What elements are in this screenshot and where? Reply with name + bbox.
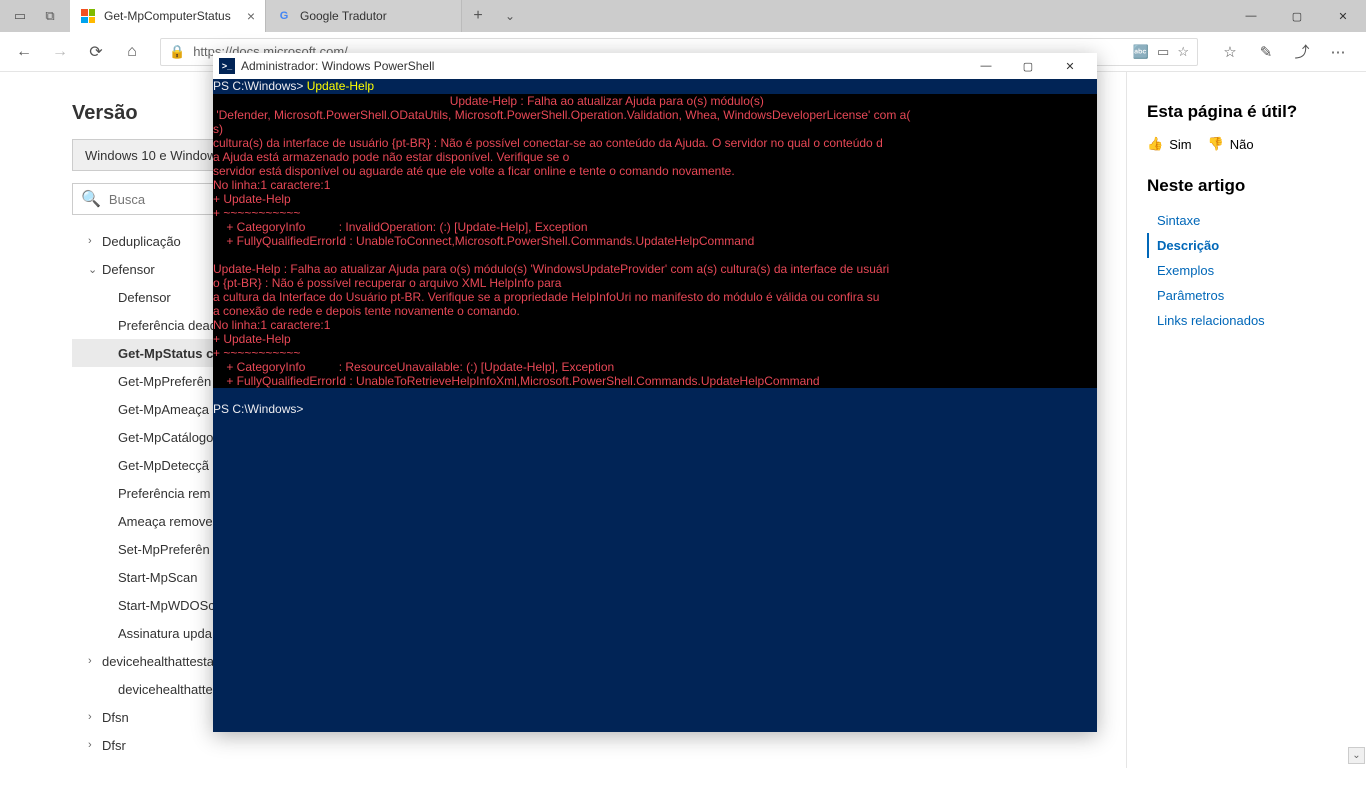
tree-label: Defensor	[102, 262, 155, 277]
refresh-button[interactable]: ⟳	[80, 36, 112, 68]
in-article-heading: Neste artigo	[1147, 176, 1346, 196]
close-button[interactable]: ✕	[1320, 0, 1366, 32]
chevron-icon: ›	[88, 655, 102, 667]
tree-label: Start-MpScan	[118, 570, 197, 585]
tree-label: Get-MpDetecçã	[118, 458, 209, 473]
close-icon[interactable]: ×	[247, 8, 255, 24]
tab-title: Google Tradutor	[300, 9, 451, 23]
tab-translate[interactable]: G Google Tradutor	[266, 0, 462, 32]
minimize-button[interactable]: —	[1228, 0, 1274, 32]
powershell-icon: >_	[219, 58, 235, 74]
toc: SintaxeDescriçãoExemplosParâmetrosLinks …	[1147, 208, 1346, 333]
tab-expand-button[interactable]: ⌄	[494, 0, 526, 32]
lock-icon: 🔒	[169, 44, 185, 60]
psh-maximize-button[interactable]: ▢	[1007, 53, 1049, 79]
reader-icon[interactable]: ▭	[1157, 44, 1169, 60]
more-button[interactable]: ⋯	[1326, 40, 1350, 64]
tree-label: Preferência dead	[118, 318, 217, 333]
maximize-button[interactable]: ▢	[1274, 0, 1320, 32]
right-sidebar: Esta página é útil? 👍 Sim 👎 Não Neste ar…	[1126, 72, 1366, 768]
toc-link[interactable]: Exemplos	[1147, 258, 1346, 283]
forward-button[interactable]: →	[44, 36, 76, 68]
browser-titlebar: ▭ ⧉ Get-MpComputerStatus × G Google Trad…	[0, 0, 1366, 32]
back-button[interactable]: ←	[8, 36, 40, 68]
tree-label: Get-MpPreferên	[118, 374, 211, 389]
favorite-icon[interactable]: ☆	[1177, 44, 1189, 60]
tree-label: Deduplicação	[102, 234, 181, 249]
tree-label: Defensor	[118, 290, 171, 305]
psh-close-button[interactable]: ✕	[1049, 53, 1091, 79]
scroll-down-button[interactable]: ⌄	[1348, 747, 1365, 764]
ms-favicon-icon	[80, 8, 96, 24]
tabs-preview-icon[interactable]: ⧉	[42, 8, 58, 24]
tree-label: Dfsr	[102, 738, 126, 753]
tree-item[interactable]: ›Dfsr	[72, 731, 390, 759]
translate-icon[interactable]: 🔤	[1133, 44, 1149, 60]
home-button[interactable]: ⌂	[116, 36, 148, 68]
chevron-icon: ›	[88, 235, 102, 247]
tab-title: Get-MpComputerStatus	[104, 9, 239, 23]
tree-label: Set-MpPreferên	[118, 542, 210, 557]
toc-link[interactable]: Links relacionados	[1147, 308, 1346, 333]
toc-link[interactable]: Sintaxe	[1147, 208, 1346, 233]
tab-docs[interactable]: Get-MpComputerStatus ×	[70, 0, 266, 32]
powershell-titlebar[interactable]: >_ Administrador: Windows PowerShell — ▢…	[213, 53, 1097, 79]
useful-heading: Esta página é útil?	[1147, 102, 1346, 122]
new-tab-button[interactable]: +	[462, 0, 494, 32]
psh-minimize-button[interactable]: —	[965, 53, 1007, 79]
tree-label: Get-MpCatálogo	[118, 430, 213, 445]
powershell-output[interactable]: PS C:\Windows> Update-Help Update-Help :…	[213, 79, 1097, 732]
share-button[interactable]: ⤴	[1290, 40, 1314, 64]
tree-label: Dfsn	[102, 710, 129, 725]
search-icon: 🔍	[81, 189, 101, 209]
tree-label: devicehealthattesta	[102, 654, 214, 669]
tree-label: Ameaça remove	[118, 514, 213, 529]
toc-link[interactable]: Descrição	[1147, 233, 1346, 258]
notes-button[interactable]: ✎	[1254, 40, 1278, 64]
toc-link[interactable]: Parâmetros	[1147, 283, 1346, 308]
powershell-window[interactable]: >_ Administrador: Windows PowerShell — ▢…	[213, 53, 1097, 732]
no-button[interactable]: 👎 Não	[1208, 136, 1254, 152]
powershell-title: Administrador: Windows PowerShell	[241, 59, 434, 73]
tree-label: Start-MpWDOSc	[118, 598, 215, 613]
chevron-icon: ›	[88, 711, 102, 723]
tabs-aside-icon[interactable]: ▭	[12, 8, 28, 24]
yes-button[interactable]: 👍 Sim	[1147, 136, 1192, 152]
google-favicon-icon: G	[276, 8, 292, 24]
chevron-icon: ›	[88, 739, 102, 751]
favorites-button[interactable]: ☆	[1218, 40, 1242, 64]
tree-label: Assinatura upda	[118, 626, 212, 641]
tree-label: Get-MpAmeaça	[118, 402, 209, 417]
chevron-icon: ⌄	[88, 263, 102, 276]
tree-label: Preferência rem	[118, 486, 210, 501]
tree-label: Get-MpStatus c	[118, 346, 213, 361]
tab-strip: Get-MpComputerStatus × G Google Tradutor…	[70, 0, 1228, 32]
